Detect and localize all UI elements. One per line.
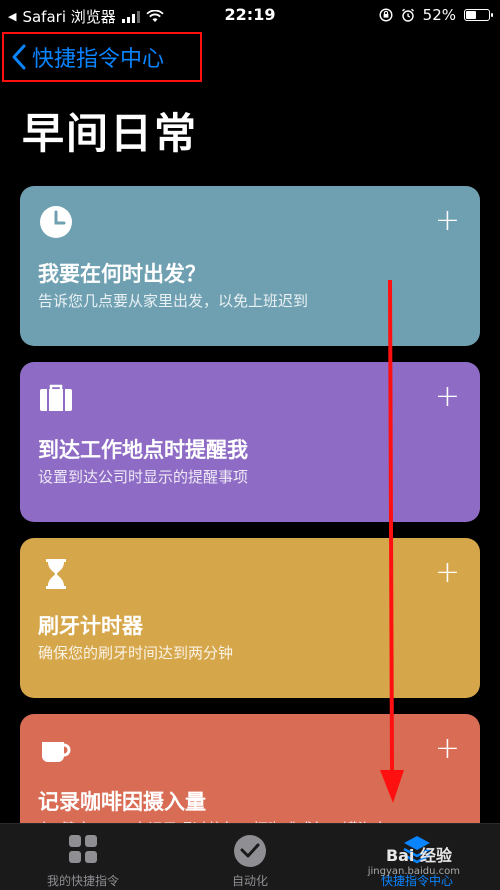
clock-icon — [40, 206, 72, 238]
add-shortcut-button[interactable]: + — [435, 558, 460, 588]
card-title: 刷牙计时器 — [38, 614, 143, 638]
coffee-cup-icon — [42, 742, 71, 762]
card-description: 告诉您几点要从家里出发，以免上班迟到 — [38, 292, 309, 310]
page-title: 早间日常 — [22, 109, 199, 158]
card-title: 我要在何时出发？ — [38, 262, 206, 286]
alarm-icon — [401, 8, 414, 22]
shortcut-card-departure[interactable]: + 我要在何时出发？ 告诉您几点要从家里出发，以免上班迟到 — [20, 186, 480, 346]
tab-label: 自动化 — [231, 874, 268, 888]
grid-icon — [69, 835, 97, 863]
add-shortcut-button[interactable]: + — [435, 206, 460, 236]
hourglass-icon — [46, 559, 66, 589]
baidu-jingyan-watermark: Bai 经验 — [385, 846, 452, 865]
chevron-left-icon — [12, 44, 26, 70]
status-bar: ◀ Safari 浏览器 22:19 52% — [0, 0, 500, 30]
orientation-lock-icon — [379, 8, 393, 22]
checkmark-circle-icon — [234, 835, 266, 867]
back-label: 快捷指令中心 — [32, 47, 165, 72]
briefcase-icon — [40, 384, 72, 411]
card-title: 记录咖啡因摄入量 — [38, 790, 206, 814]
status-bar-right: 52% — [379, 6, 493, 24]
card-description: 设置到达公司时显示的提醒事项 — [38, 468, 249, 486]
card-description: 确保您的刷牙时间达到两分钟 — [38, 644, 234, 662]
battery-percent: 52% — [422, 6, 456, 24]
shortcut-card-toothbrush-timer[interactable]: + 刷牙计时器 确保您的刷牙时间达到两分钟 — [20, 538, 480, 698]
add-shortcut-button[interactable]: + — [435, 734, 460, 764]
battery-icon — [464, 9, 493, 21]
battery-fill — [466, 11, 476, 19]
tab-my-shortcuts[interactable]: 我的快捷指令 — [0, 824, 166, 890]
add-shortcut-button[interactable]: + — [435, 382, 460, 412]
back-button[interactable]: 快捷指令中心 — [2, 32, 202, 82]
shortcut-card-arrive-work[interactable]: + 到达工作地点时提醒我 设置到达公司时显示的提醒事项 — [20, 362, 480, 522]
tab-automation[interactable]: 自动化 — [167, 824, 333, 890]
card-title: 到达工作地点时提醒我 — [38, 438, 248, 462]
watermark-url: jingyan.baidu.com — [367, 866, 460, 877]
tab-label: 我的快捷指令 — [46, 874, 119, 888]
